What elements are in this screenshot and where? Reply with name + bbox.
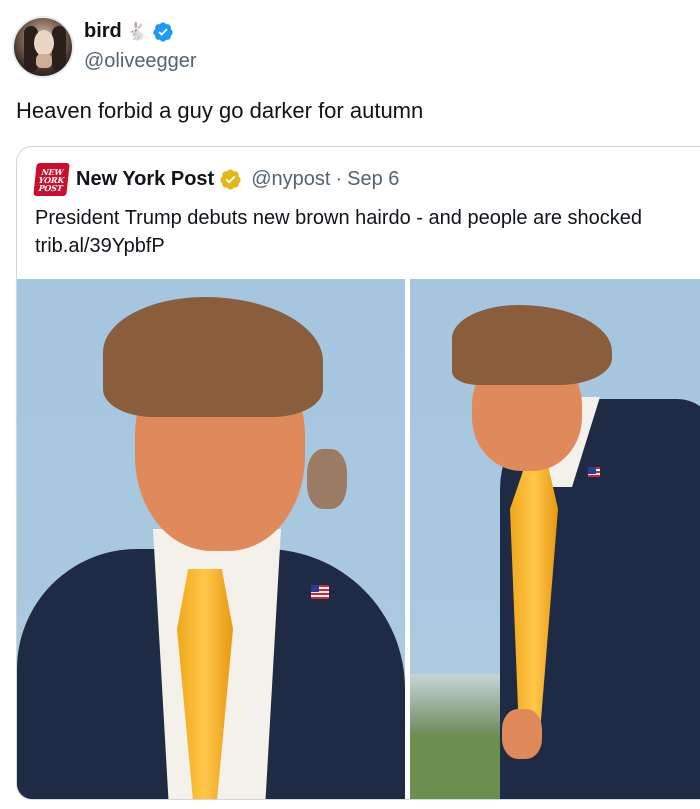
flag-pin [311, 585, 329, 599]
gold-verified-badge-icon [220, 169, 241, 190]
avatar[interactable] [12, 16, 74, 78]
quoted-tweet-text: President Trump debuts new brown hairdo … [35, 207, 643, 229]
hair [103, 297, 323, 417]
quoted-date[interactable]: Sep 6 [347, 168, 399, 191]
verified-badge-icon [153, 21, 173, 42]
tweet-text: Heaven forbid a guy go darker for autumn [16, 98, 424, 123]
rabbit-emoji: 🐇 [126, 21, 148, 41]
quoted-tweet-link[interactable]: trib.al/39YpbfP [35, 233, 165, 260]
flag-pin-right [588, 467, 600, 477]
quoted-display-name[interactable]: New York Post [76, 168, 214, 191]
tweet: bird 🐇 @oliveegger Heaven forbid a guy g… [0, 0, 700, 809]
display-name[interactable]: bird [84, 20, 122, 43]
quoted-tweet-card[interactable]: NEW YORK POST New York Post @nypost · Se… [16, 146, 700, 800]
separator-dot: · [335, 168, 343, 190]
background-person [307, 449, 347, 509]
hair-right [452, 305, 612, 385]
nypost-logo[interactable]: NEW YORK POST [33, 163, 70, 196]
quoted-handle[interactable]: @nypost [251, 168, 330, 191]
photo-left[interactable] [17, 279, 405, 799]
quoted-tweet-header: NEW YORK POST New York Post @nypost · Se… [33, 163, 399, 196]
author-name-row[interactable]: bird 🐇 [84, 20, 174, 43]
author-handle[interactable]: @oliveegger [84, 50, 197, 73]
photo-right[interactable] [410, 279, 700, 799]
hand [502, 709, 542, 759]
